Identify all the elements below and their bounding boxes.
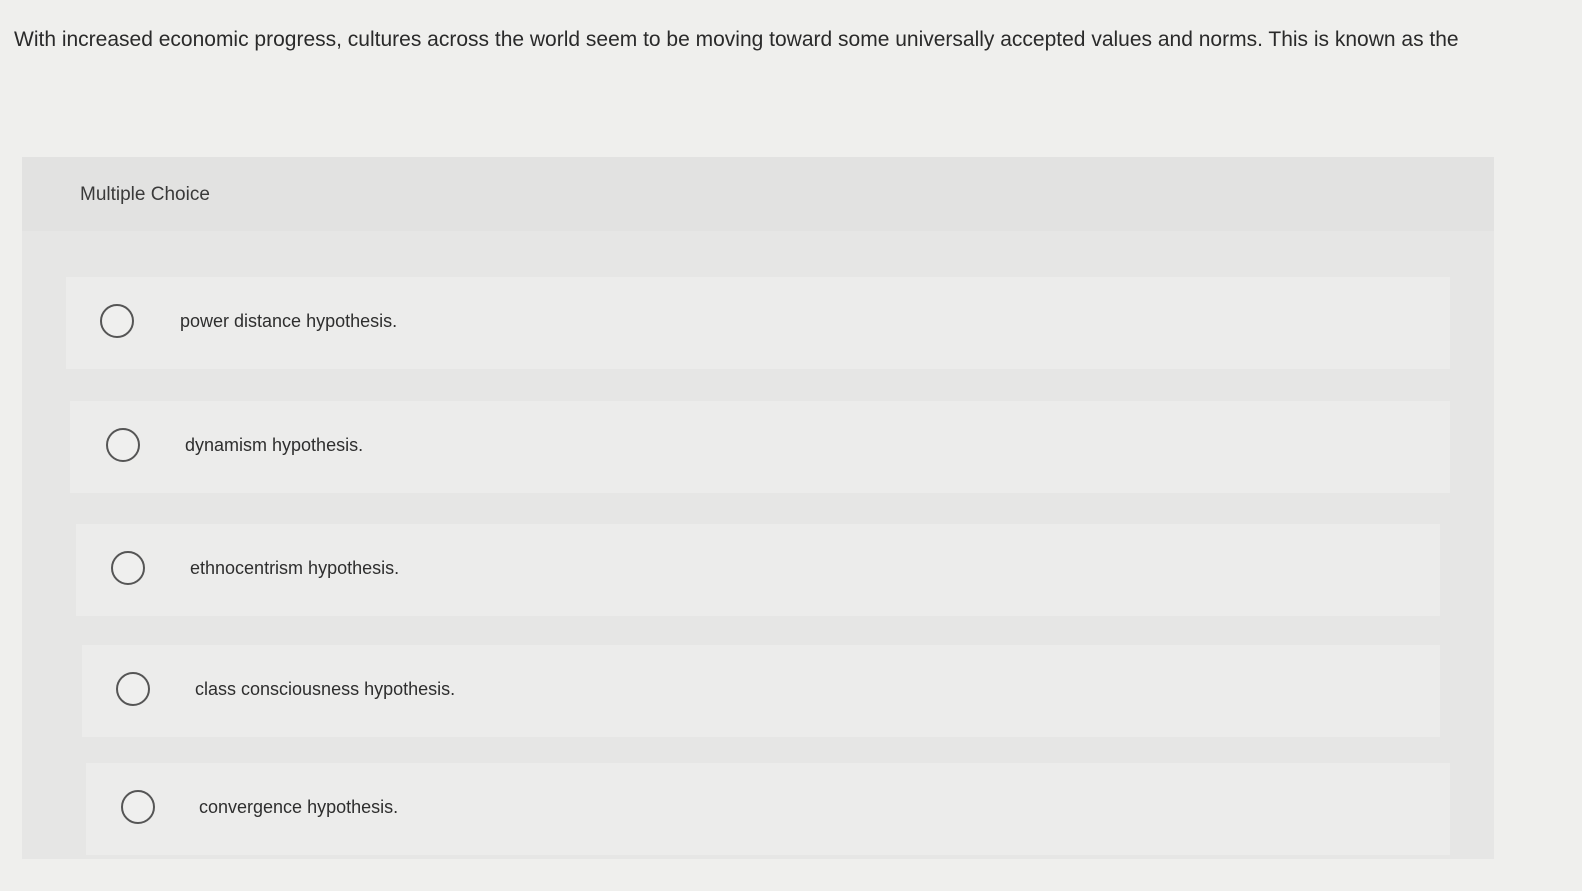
option-power-distance[interactable]: power distance hypothesis. [66, 277, 1450, 369]
option-label: class consciousness hypothesis. [195, 679, 456, 699]
panel-title: Multiple Choice [80, 184, 210, 205]
radio-button-icon[interactable] [121, 790, 155, 824]
question-text: With increased economic progress, cultur… [14, 28, 1459, 51]
radio-button-icon[interactable] [116, 672, 150, 706]
option-label: ethnocentrism hypothesis. [190, 558, 400, 578]
option-label: dynamism hypothesis. [185, 435, 364, 455]
radio-button-icon[interactable] [106, 428, 140, 462]
option-label: power distance hypothesis. [180, 311, 398, 331]
radio-button-icon[interactable] [111, 551, 145, 585]
option-convergence[interactable]: convergence hypothesis. [86, 763, 1450, 855]
option-dynamism[interactable]: dynamism hypothesis. [70, 401, 1450, 493]
option-class-consciousness[interactable]: class consciousness hypothesis. [82, 645, 1440, 737]
option-label: convergence hypothesis. [199, 797, 399, 817]
multiple-choice-panel: Multiple Choice power distance hypothesi… [22, 157, 1494, 859]
panel-header: Multiple Choice [22, 157, 1494, 231]
option-ethnocentrism[interactable]: ethnocentrism hypothesis. [76, 524, 1440, 616]
radio-button-icon[interactable] [100, 304, 134, 338]
